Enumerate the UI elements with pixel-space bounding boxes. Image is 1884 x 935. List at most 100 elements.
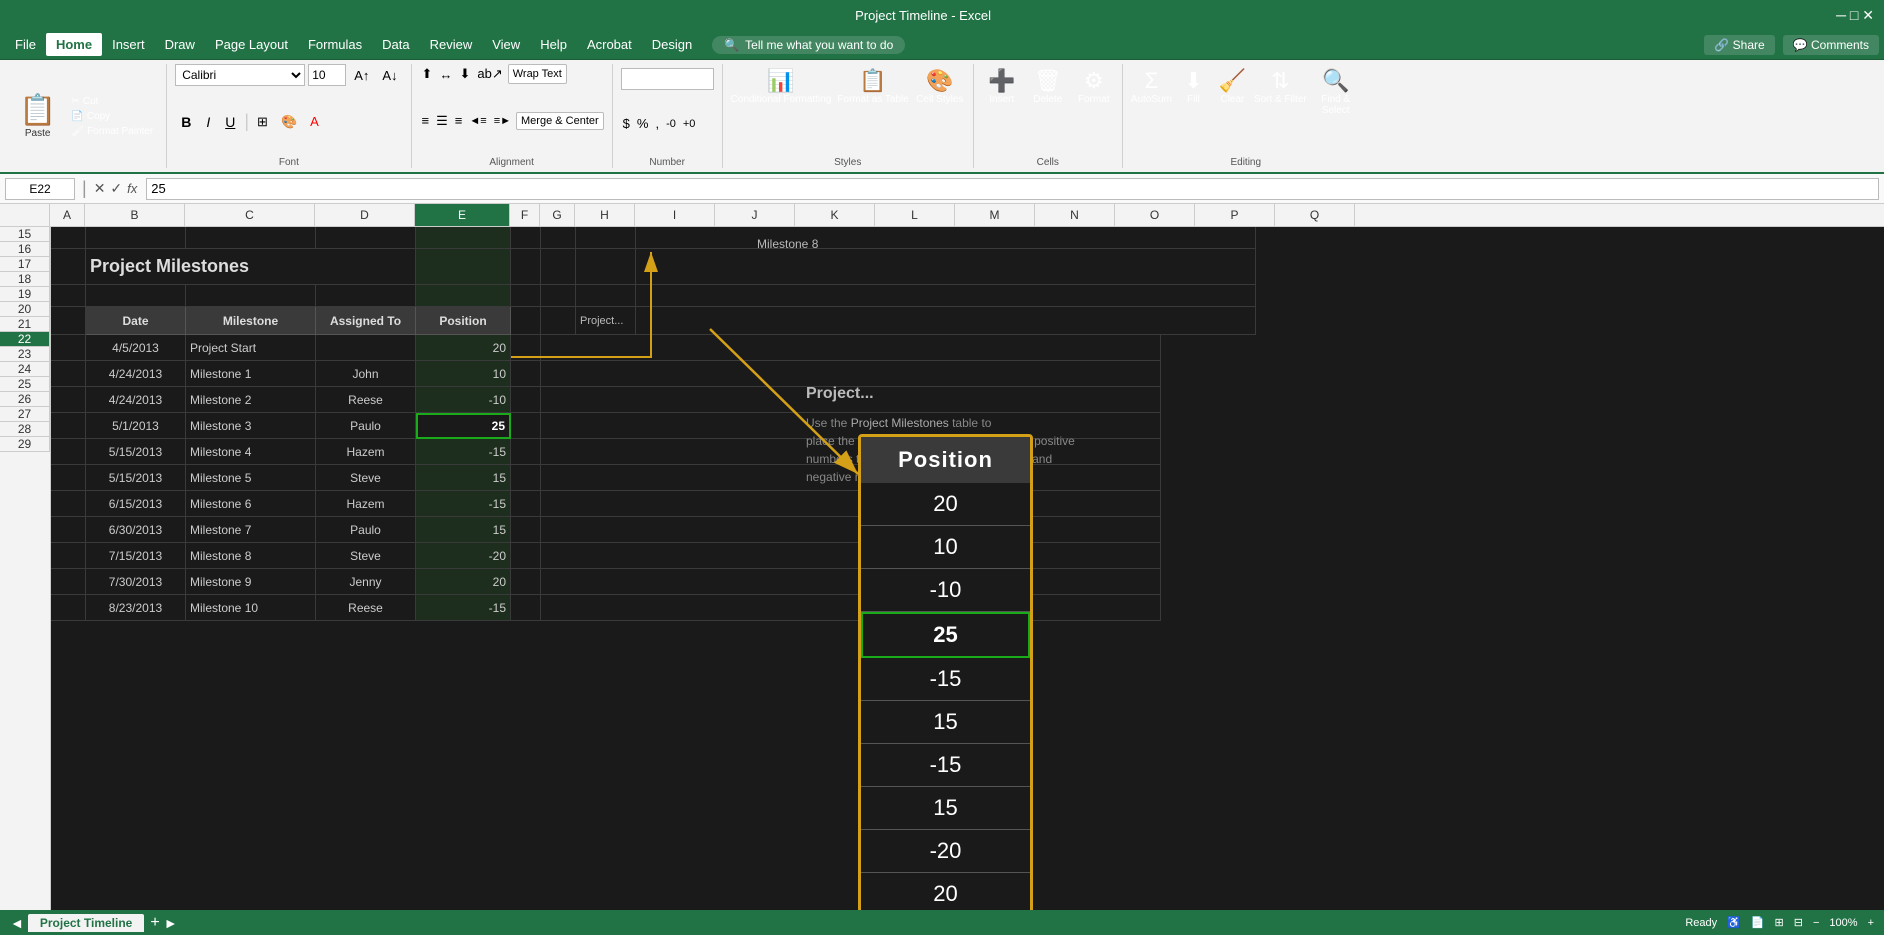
insert-function-icon[interactable]: fx — [127, 181, 137, 196]
popup-cell-0[interactable]: 20 — [861, 483, 1030, 526]
cell-rest-27[interactable] — [541, 543, 1161, 569]
cell-c22[interactable]: Milestone 3 — [186, 413, 316, 439]
cell-b25[interactable]: 6/15/2013 — [86, 491, 186, 517]
cell-f22[interactable] — [511, 413, 541, 439]
popup-cell-4[interactable]: -15 — [861, 658, 1030, 701]
clear-btn[interactable]: 🧹 Clear — [1215, 68, 1250, 116]
cell-b15[interactable] — [86, 227, 186, 249]
row-header-27[interactable]: 27 — [0, 407, 50, 422]
cell-e15[interactable] — [416, 227, 511, 249]
col-header-f[interactable]: F — [510, 204, 540, 226]
cell-e21[interactable]: -10 — [416, 387, 511, 413]
cell-c15[interactable] — [186, 227, 316, 249]
cell-a26[interactable] — [51, 517, 86, 543]
align-top-btn[interactable]: ⬆ — [420, 64, 435, 84]
menu-item-design[interactable]: Design — [642, 33, 702, 56]
row-header-25[interactable]: 25 — [0, 377, 50, 392]
accessibility-btn[interactable]: ♿ — [1727, 916, 1741, 929]
zoom-in-btn[interactable]: + — [1868, 917, 1874, 929]
cell-d19[interactable] — [316, 335, 416, 361]
cell-d25[interactable]: Hazem — [316, 491, 416, 517]
row-header-28[interactable]: 28 — [0, 422, 50, 437]
menu-item-home[interactable]: Home — [46, 33, 102, 56]
font-name-select[interactable]: Calibri — [175, 64, 305, 86]
cell-a19[interactable] — [51, 335, 86, 361]
cell-f18[interactable] — [511, 307, 541, 335]
cell-b22[interactable]: 5/1/2013 — [86, 413, 186, 439]
popup-cell-5[interactable]: 15 — [861, 701, 1030, 744]
popup-cell-3-editing[interactable]: 25 — [861, 612, 1030, 658]
cell-a18[interactable] — [51, 307, 86, 335]
cell-b29[interactable]: 8/23/2013 — [86, 595, 186, 621]
cell-e18-header[interactable]: Position — [416, 307, 511, 335]
underline-btn[interactable]: U — [219, 112, 241, 132]
cell-e24[interactable]: 15 — [416, 465, 511, 491]
align-bottom-btn[interactable]: ⬇ — [457, 64, 472, 84]
cell-h15[interactable] — [576, 227, 636, 249]
col-header-o[interactable]: O — [1115, 204, 1195, 226]
conditional-formatting-btn[interactable]: 📊 Conditional Formatting — [731, 68, 832, 105]
find-select-btn[interactable]: 🔍 Find & Select — [1311, 68, 1361, 116]
menu-item-file[interactable]: File — [5, 33, 46, 56]
comma-btn[interactable]: , — [653, 114, 661, 133]
format-painter-button[interactable]: 🖌Format Painter — [66, 125, 158, 138]
confirm-icon[interactable]: ✓ — [110, 180, 122, 197]
cell-styles-btn[interactable]: 🎨 Cell Styles — [915, 68, 965, 105]
fill-color-btn[interactable]: 🎨 — [276, 112, 302, 132]
row-header-21[interactable]: 21 — [0, 317, 50, 332]
cell-b19[interactable]: 4/5/2013 — [86, 335, 186, 361]
bold-btn[interactable]: B — [175, 112, 197, 132]
cell-a27[interactable] — [51, 543, 86, 569]
cell-g17[interactable] — [541, 285, 576, 307]
menu-item-insert[interactable]: Insert — [102, 33, 155, 56]
menu-item-view[interactable]: View — [482, 33, 530, 56]
cell-a17[interactable] — [51, 285, 86, 307]
col-header-k[interactable]: K — [795, 204, 875, 226]
popup-cell-9[interactable]: 20 — [861, 873, 1030, 910]
cell-c19[interactable]: Project Start — [186, 335, 316, 361]
cell-g18[interactable] — [541, 307, 576, 335]
cell-f27[interactable] — [511, 543, 541, 569]
align-right-btn[interactable]: ≡ — [453, 111, 465, 130]
decrease-indent-btn[interactable]: ◄≡ — [467, 113, 488, 129]
sheet-tab-project-timeline[interactable]: Project Timeline — [28, 914, 144, 932]
cell-a22[interactable] — [51, 413, 86, 439]
col-header-b[interactable]: B — [85, 204, 185, 226]
cell-f29[interactable] — [511, 595, 541, 621]
col-header-p[interactable]: P — [1195, 204, 1275, 226]
sort-filter-btn[interactable]: ⇅ Sort & Filter — [1254, 68, 1307, 116]
italic-btn[interactable]: I — [200, 112, 216, 132]
cell-d17[interactable] — [316, 285, 416, 307]
merge-center-btn[interactable]: Merge & Center — [516, 112, 604, 130]
cell-f19[interactable] — [511, 335, 541, 361]
insert-cells-btn[interactable]: ➕ Insert — [982, 68, 1022, 105]
cell-e16[interactable] — [416, 249, 511, 285]
cell-f15[interactable] — [511, 227, 541, 249]
cell-d29[interactable]: Reese — [316, 595, 416, 621]
col-header-e[interactable]: E — [415, 204, 510, 226]
align-middle-btn[interactable]: ↔ — [437, 64, 454, 84]
copy-button[interactable]: 📄Copy — [66, 110, 158, 123]
cell-c24[interactable]: Milestone 5 — [186, 465, 316, 491]
cell-e29[interactable]: -15 — [416, 595, 511, 621]
col-header-d[interactable]: D — [315, 204, 415, 226]
cut-button[interactable]: ✂Cut — [66, 95, 158, 108]
delete-cells-btn[interactable]: 🗑 Delete — [1028, 68, 1068, 105]
col-header-j[interactable]: J — [715, 204, 795, 226]
decrease-font-btn[interactable]: A↓ — [377, 66, 402, 85]
popup-cell-7[interactable]: 15 — [861, 787, 1030, 830]
col-header-h[interactable]: H — [575, 204, 635, 226]
cell-f20[interactable] — [511, 361, 541, 387]
row-header-29[interactable]: 29 — [0, 437, 50, 452]
search-box[interactable]: 🔍 Tell me what you want to do — [712, 36, 905, 54]
cell-c18-header[interactable]: Milestone — [186, 307, 316, 335]
cell-e17[interactable] — [416, 285, 511, 307]
cell-b16-title[interactable]: Project Milestones — [86, 249, 416, 285]
cell-d18-header[interactable]: Assigned To — [316, 307, 416, 335]
paste-button[interactable]: 📋 Paste — [13, 89, 62, 143]
cell-b26[interactable]: 6/30/2013 — [86, 517, 186, 543]
col-header-g[interactable]: G — [540, 204, 575, 226]
row-header-17[interactable]: 17 — [0, 257, 50, 272]
wrap-text-btn[interactable]: Wrap Text — [508, 64, 567, 84]
cell-f24[interactable] — [511, 465, 541, 491]
